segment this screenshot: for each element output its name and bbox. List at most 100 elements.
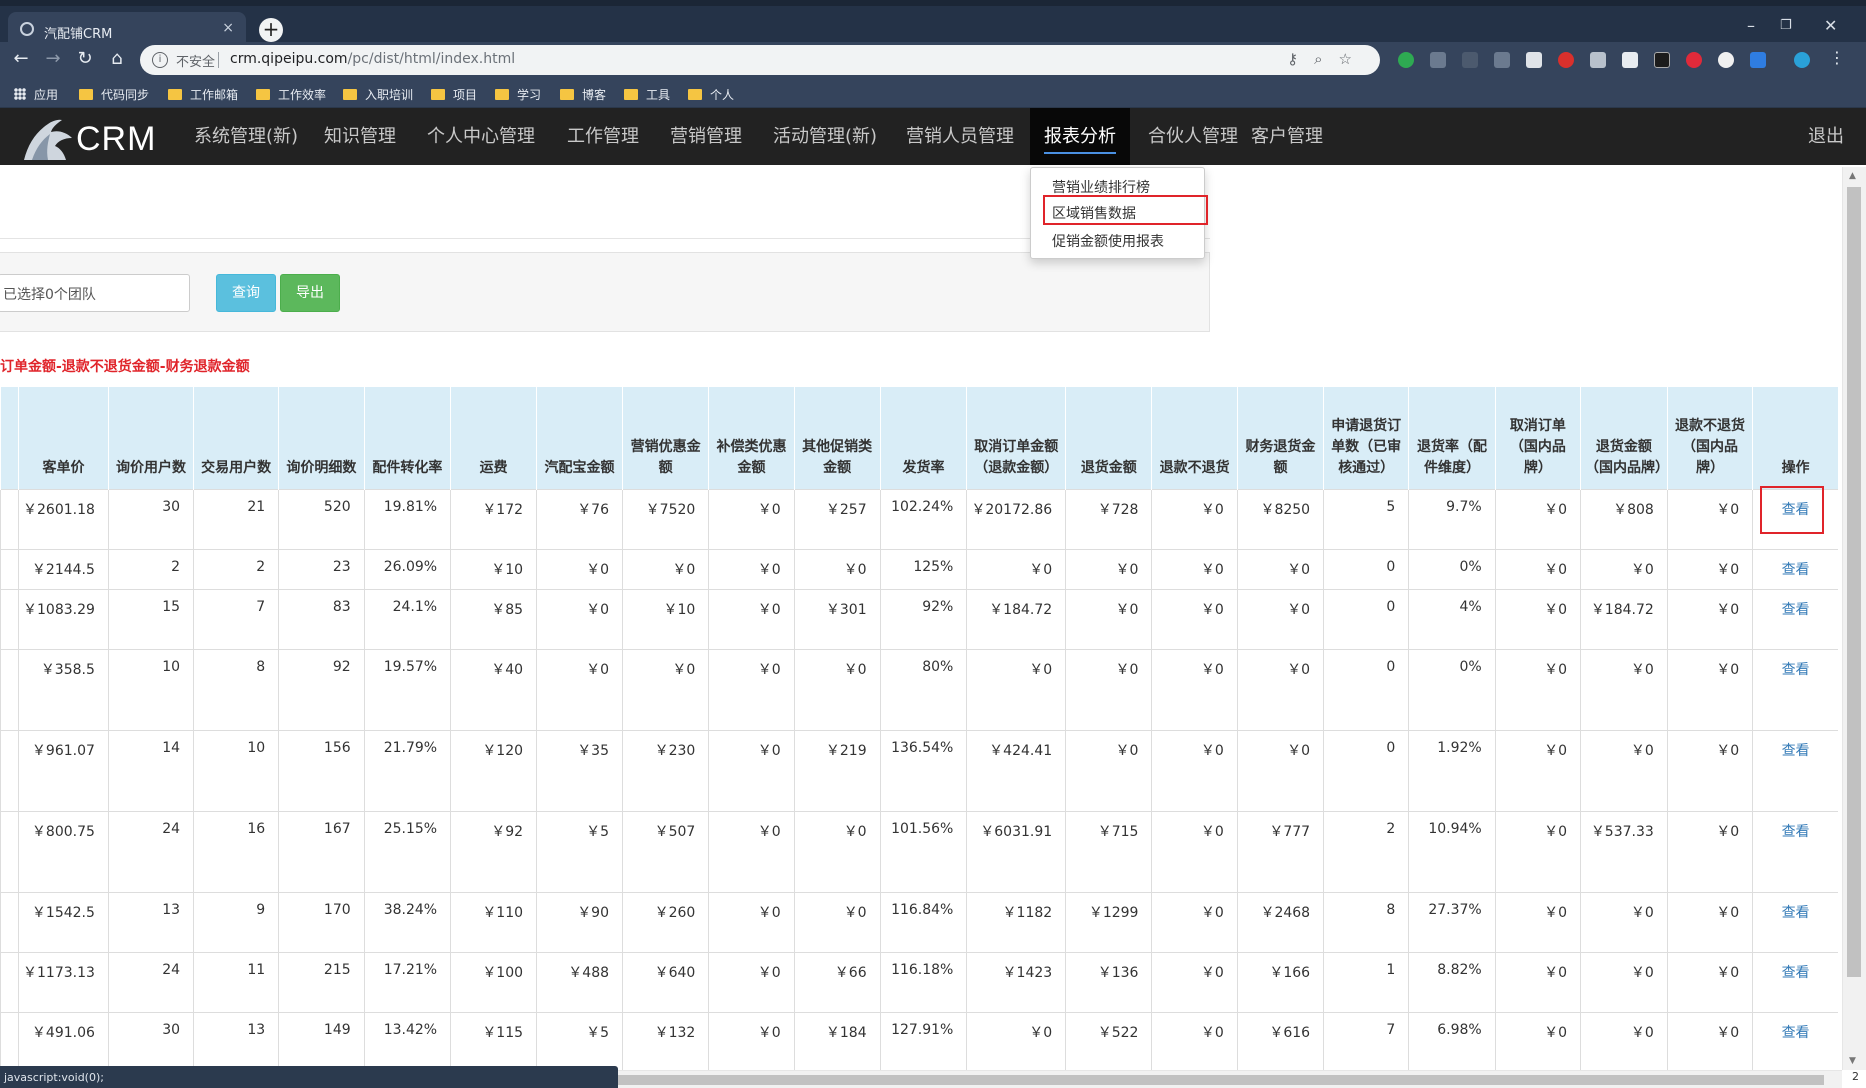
extension-bookmark-icon[interactable] [1462,52,1478,68]
table-cell: 0 [1323,729,1409,811]
view-link[interactable]: 查看 [1782,965,1810,981]
sales-table-container: 客单价 询价用户数 交易用户数 询价明细数 配件转化率 运费 汽配宝金额 营销优… [0,387,1838,1070]
bookmark-folder[interactable]: 代码同步 [79,86,149,103]
extension-doc-icon[interactable] [1526,52,1542,68]
view-link[interactable]: 查看 [1782,1025,1810,1041]
table-cell: 4% [1408,588,1496,649]
new-tab-button[interactable]: + [259,18,283,42]
window-close-icon[interactable]: ✕ [1824,16,1837,35]
logout-link[interactable]: 退出 [1808,108,1844,165]
menu-report-analysis[interactable]: 报表分析 [1030,108,1130,165]
menu-marketing-staff[interactable]: 营销人员管理 [892,108,1028,165]
extension-pinterest-icon[interactable] [1686,52,1702,68]
dropdown-item-promotion-report[interactable]: 促销金额使用报表 [1052,231,1164,251]
table-row: ￥2144.5 2 2 23 26.09% ￥10 ￥0 ￥0 ￥0 ￥0 125% ￥0 ￥0 ￥0 ￥0… [0,548,1838,589]
address-bar[interactable]: i 不安全 crm.qipeipu.com/pc/dist/html/index… [140,45,1380,75]
menu-marketing[interactable]: 营销管理 [656,108,756,165]
table-cell: ￥301 [793,588,881,649]
table-cell: ￥0 [536,648,623,730]
table-row: ￥1083.29 15 7 83 24.1% ￥85 ￥0 ￥10 ￥0 ￥301 92% ￥184.… [0,588,1838,649]
view-link[interactable]: 查看 [1782,662,1810,678]
app-logo[interactable]: CRM [18,112,158,162]
extension-glasses-icon[interactable] [1654,52,1670,68]
bookmark-folder[interactable]: 个人 [688,86,734,103]
menu-knowledge[interactable]: 知识管理 [310,108,410,165]
url-text[interactable]: crm.qipeipu.com/pc/dist/html/index.html [230,51,515,67]
table-cell: 2 [107,548,194,589]
menu-customer[interactable]: 客户管理 [1237,108,1337,165]
table-header-cell: 退款不退货 [1151,387,1238,489]
tab-close-icon[interactable]: × [222,20,234,36]
bookmark-apps[interactable]: 应用 [14,86,58,103]
extension-tool-icon[interactable] [1430,52,1446,68]
menu-partner[interactable]: 合伙人管理 [1134,108,1252,165]
view-link[interactable]: 查看 [1782,562,1810,578]
star-icon[interactable]: ☆ [1339,50,1368,68]
view-link[interactable]: 查看 [1782,824,1810,840]
menu-work[interactable]: 工作管理 [553,108,653,165]
bookmark-label: 工作效率 [278,88,327,102]
table-cell: ￥1083.29 [18,588,109,649]
extension-note-icon[interactable] [1622,52,1638,68]
maximize-icon[interactable]: ❐ [1780,18,1792,33]
scroll-up-icon[interactable]: ▲ [1849,171,1856,181]
table-cell: 11 [193,951,279,1012]
table-cell: ￥0 [1494,1011,1581,1070]
table-cell: ￥0 [793,548,881,589]
menu-activity[interactable]: 活动管理(新) [759,108,891,165]
extension-copy-icon[interactable] [1494,52,1510,68]
key-icon[interactable]: ⚷ [1287,50,1314,68]
vertical-scroll-thumb[interactable] [1847,187,1861,977]
extension-abp-icon[interactable] [1558,52,1574,68]
minimize-icon[interactable]: – [1747,16,1755,35]
scroll-down-icon[interactable]: ▼ [1849,1056,1856,1066]
bookmark-folder[interactable]: 项目 [431,86,477,103]
zoom-icon[interactable]: ⌕ [1314,50,1338,68]
vertical-scrollbar[interactable]: ▲ ▼ [1842,167,1866,1070]
omnibox-actions[interactable]: ⚷⌕☆ [1287,50,1368,68]
table-header-cell: 退款不退货（国内品牌） [1666,387,1753,489]
bookmark-folder[interactable]: 入职培训 [343,86,413,103]
forward-icon[interactable]: → [42,48,64,69]
table-cell: ￥1173.13 [18,951,109,1012]
bookmark-folder[interactable]: 工作邮箱 [168,86,238,103]
bookmark-folder[interactable]: 博客 [560,86,606,103]
horizontal-scroll-thumb[interactable] [600,1075,1824,1085]
menu-system[interactable]: 系统管理(新) [180,108,312,165]
table-cell: ￥184 [793,1011,881,1070]
extension-image-icon[interactable] [1590,52,1606,68]
table-cell: ￥0 [1666,548,1753,589]
bookmark-folder[interactable]: 工作效率 [256,86,326,103]
home-icon[interactable]: ⌂ [106,48,128,69]
extension-dropbox-icon[interactable] [1750,52,1766,68]
table-cell: ￥20172.86 [966,488,1066,549]
extension-evernote-icon[interactable] [1398,52,1414,68]
reload-icon[interactable]: ↻ [74,48,96,69]
table-row: ￥961.07 14 10 156 21.79% ￥120 ￥35 ￥230 ￥0 ￥219 136… [0,729,1838,811]
table-cell: ￥0 [1236,548,1324,589]
back-icon[interactable]: ← [10,48,32,69]
view-link[interactable]: 查看 [1782,743,1810,759]
menu-personal-center[interactable]: 个人中心管理 [413,108,549,165]
table-cell: ￥90 [536,891,623,952]
info-icon[interactable]: i [152,52,168,68]
view-link[interactable]: 查看 [1782,602,1810,618]
extension-sb-icon[interactable] [1718,52,1734,68]
table-cell [0,1011,19,1070]
export-button[interactable]: 导出 [280,274,340,312]
query-button[interactable]: 查询 [216,274,276,312]
browser-menu-icon[interactable]: ⋮ [1826,48,1848,67]
table-cell: ￥0 [1494,810,1581,892]
table-cell: ￥715 [1065,810,1152,892]
tab-title: 汽配铺CRM [44,27,113,42]
bookmark-folder[interactable]: 工具 [624,86,670,103]
sales-table: 客单价 询价用户数 交易用户数 询价明细数 配件转化率 运费 汽配宝金额 营销优… [0,387,1838,1070]
view-link[interactable]: 查看 [1782,905,1810,921]
table-cell: 30 [107,488,194,549]
table-cell: ￥0 [1494,729,1581,811]
bookmark-folder[interactable]: 学习 [495,86,541,103]
bookmark-label: 博客 [582,88,607,102]
extension-ghost-icon[interactable] [1794,52,1810,68]
dropdown-item-sales-ranking[interactable]: 营销业绩排行榜 [1052,177,1150,197]
team-select[interactable]: 已选择0个团队 [0,274,190,312]
